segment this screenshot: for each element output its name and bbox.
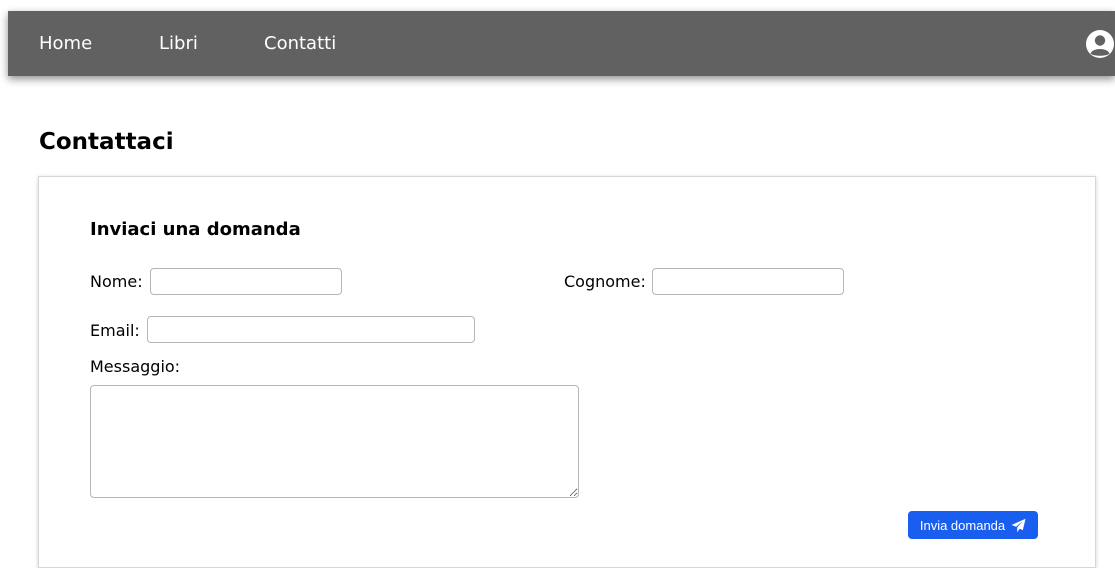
nome-label: Nome:	[90, 272, 143, 291]
page-title: Contattaci	[39, 129, 174, 155]
paper-plane-icon	[1011, 518, 1026, 533]
submit-button-label: Invia domanda	[919, 517, 1006, 533]
email-label: Email:	[90, 321, 140, 340]
nav-item-contatti[interactable]: Contatti	[264, 33, 336, 55]
messaggio-label: Messaggio:	[90, 357, 181, 376]
cognome-label: Cognome:	[564, 272, 646, 291]
user-circle-icon[interactable]	[1085, 29, 1115, 59]
email-input[interactable]	[147, 316, 475, 343]
form-title: Inviaci una domanda	[90, 219, 301, 240]
submit-button[interactable]: Invia domanda	[908, 511, 1038, 539]
nav-item-home[interactable]: Home	[39, 33, 92, 55]
nav-item-libri[interactable]: Libri	[159, 33, 198, 55]
contact-form-card: Inviaci una domanda Nome: Cognome: Email…	[38, 176, 1096, 568]
messaggio-textarea[interactable]	[90, 385, 579, 498]
cognome-input[interactable]	[652, 268, 844, 295]
top-navbar: Home Libri Contatti	[8, 11, 1115, 76]
nome-input[interactable]	[150, 268, 342, 295]
